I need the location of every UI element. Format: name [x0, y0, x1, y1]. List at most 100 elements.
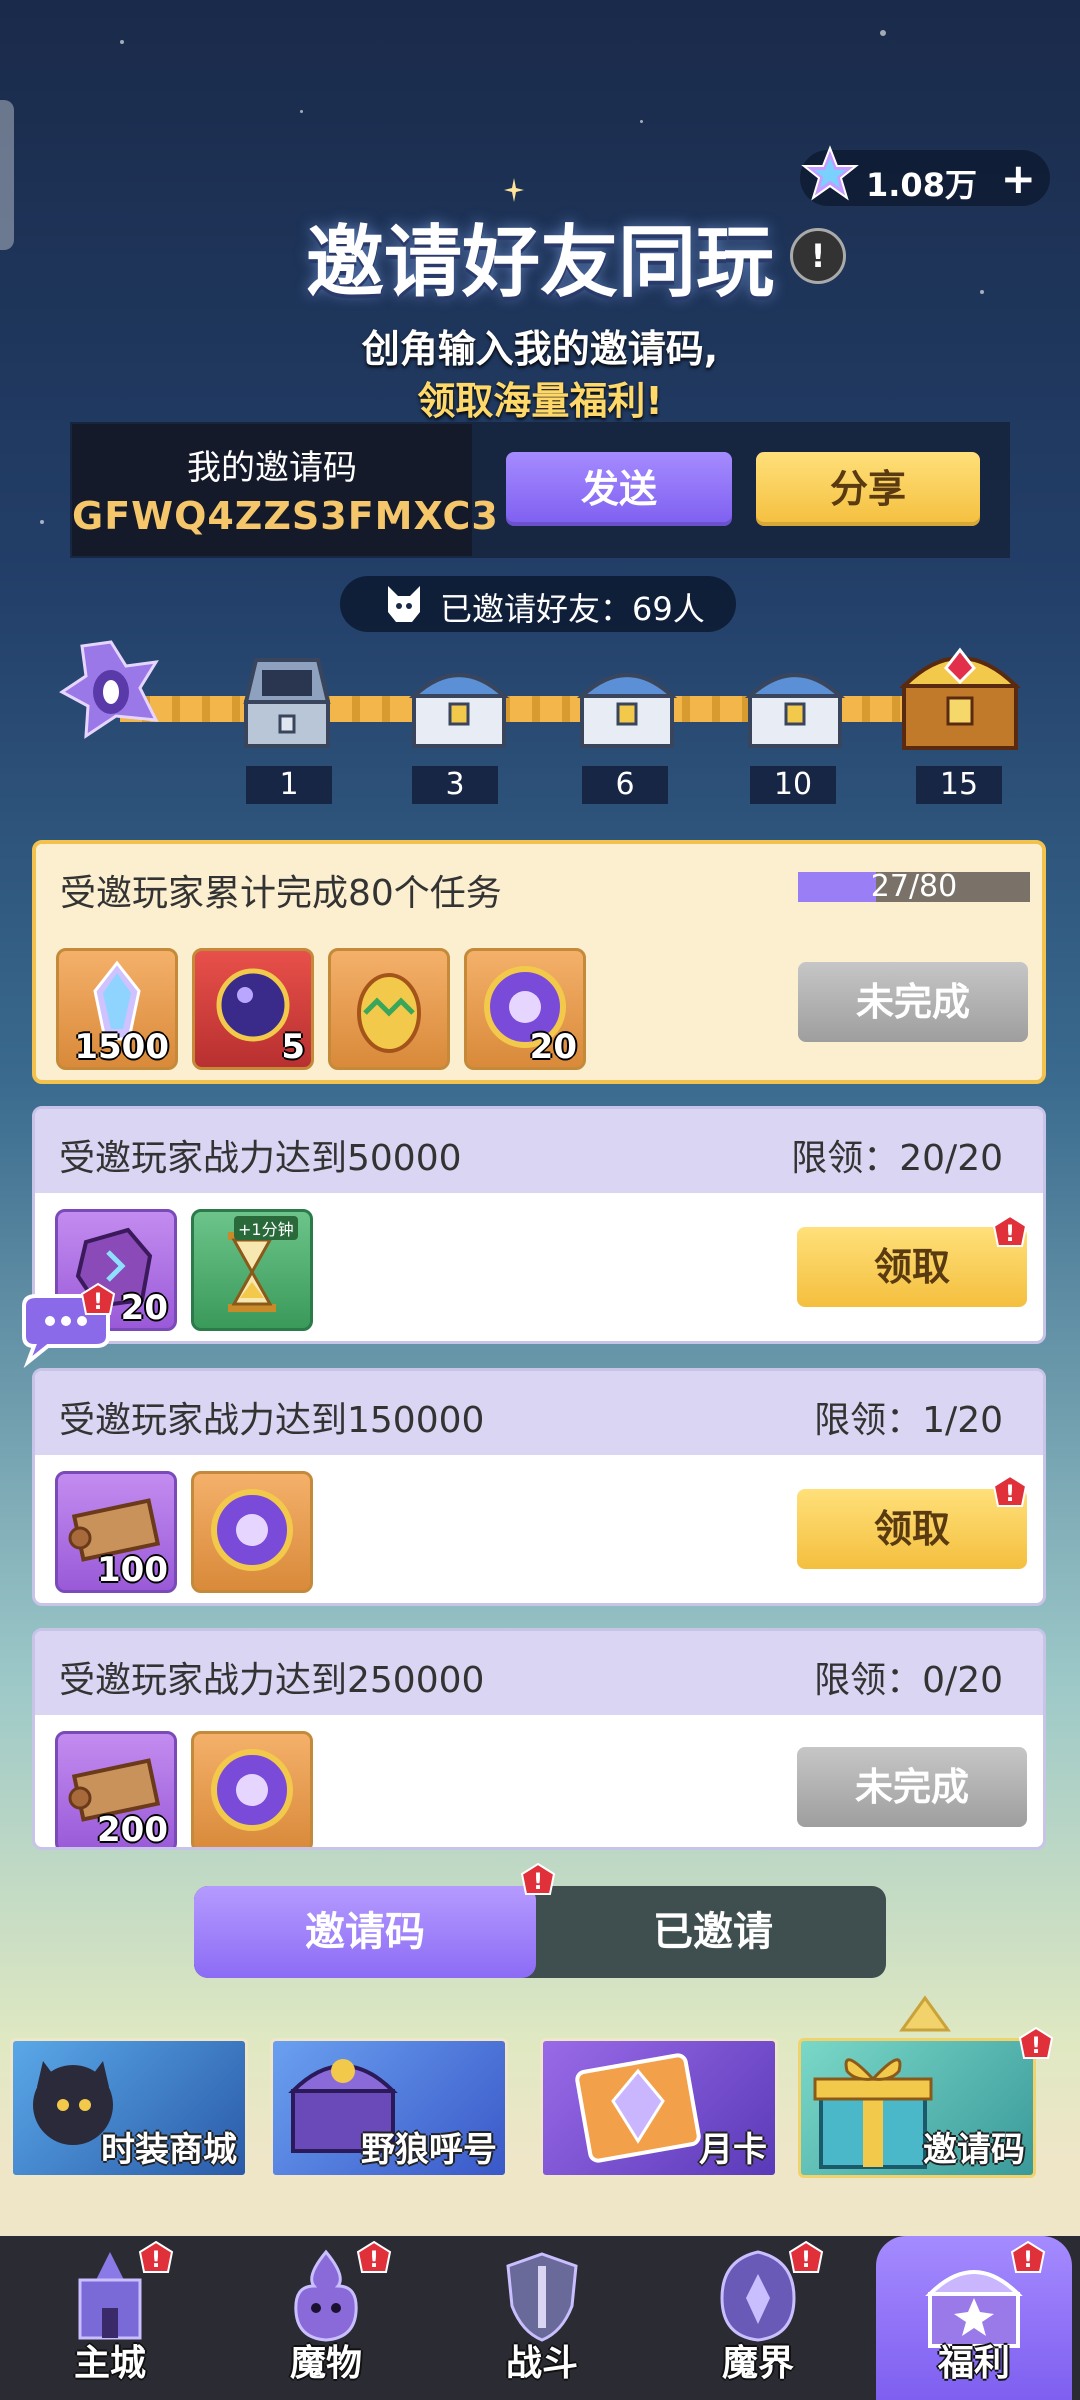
subtitle-line-1: 创角输入我的邀请码,	[361, 327, 719, 371]
shortcut-invite-code[interactable]: 邀请码	[798, 2038, 1036, 2178]
task-limit: 限领：0/20	[814, 1660, 1003, 1701]
task-limit: 限领：20/20	[791, 1138, 1003, 1179]
milestone-label: 10	[750, 766, 836, 804]
shortcut-monthly-card[interactable]: 月卡	[540, 2038, 778, 2178]
svg-text:!: !	[1005, 1482, 1015, 1507]
shield-sword-icon	[506, 2252, 578, 2342]
reward-item[interactable]	[191, 1731, 313, 1847]
reward-count: 200	[97, 1810, 168, 1850]
svg-text:!: !	[369, 2248, 379, 2273]
nav-item-battle[interactable]: 战斗	[452, 2236, 632, 2400]
purple-coin-icon	[211, 1749, 293, 1831]
open-chest-icon[interactable]	[232, 646, 342, 756]
info-icon[interactable]: !	[790, 228, 846, 284]
svg-text:!: !	[151, 2248, 161, 2273]
alert-badge-icon: !	[80, 1282, 116, 1315]
alert-badge-icon: !	[992, 1474, 1028, 1507]
svg-text:!: !	[533, 1870, 543, 1895]
share-button[interactable]: 分享	[756, 452, 980, 526]
reward-item[interactable]: 200	[55, 1731, 177, 1850]
milestone-label: 15	[916, 766, 1002, 804]
alert-badge-icon: !	[1018, 2026, 1054, 2059]
star-decoration	[300, 110, 303, 113]
reward-count: 1500	[74, 1027, 169, 1067]
svg-text:!: !	[1023, 2248, 1033, 2273]
reward-count: 20	[529, 1027, 577, 1067]
reward-item[interactable]: 1500	[56, 948, 178, 1070]
svg-text:!: !	[1031, 2034, 1041, 2059]
tab-invited[interactable]: 已邀请	[540, 1886, 886, 1978]
star-decoration	[880, 30, 886, 36]
shortcut-wolf-call[interactable]: 野狼呼号	[270, 2038, 508, 2178]
egg-icon	[357, 973, 421, 1053]
alert-badge-icon: !	[788, 2240, 824, 2273]
purple-coin-icon	[211, 1489, 293, 1571]
alert-badge-icon: !	[1010, 2240, 1046, 2273]
star-decoration	[640, 120, 643, 123]
reward-count: 20	[120, 1288, 168, 1328]
task-title: 受邀玩家战力达到150000	[59, 1400, 485, 1441]
page-title: 邀请好友同玩	[305, 218, 774, 308]
silver-chest-icon[interactable]	[404, 646, 514, 756]
reward-item[interactable]	[191, 1471, 313, 1593]
task-card: 受邀玩家累计完成80个任务 27/80 1500 5 20 未完成	[32, 840, 1046, 1084]
svg-text:!: !	[1005, 1222, 1015, 1247]
silver-chest-icon[interactable]	[740, 646, 850, 756]
alert-badge-icon: !	[992, 1214, 1028, 1247]
silver-chest-icon[interactable]	[572, 646, 682, 756]
currency-display: 1.08万 +	[800, 145, 1050, 206]
shortcut-label: 野狼呼号	[361, 2130, 497, 2170]
invite-code-value[interactable]: GFWQ4ZZS3FMXC3	[72, 494, 498, 538]
nav-label: 主城	[73, 2343, 146, 2384]
nav-label: 战斗	[505, 2343, 578, 2384]
sparkle-icon	[504, 178, 524, 202]
alert-badge-icon: !	[356, 2240, 392, 2273]
star-decoration	[120, 40, 124, 44]
task-progress-text: 27/80	[870, 869, 958, 904]
reward-item[interactable]: 5	[192, 948, 314, 1070]
reward-count: 100	[97, 1550, 168, 1590]
task-title: 受邀玩家战力达到250000	[59, 1660, 485, 1701]
task-title: 受邀玩家累计完成80个任务	[60, 873, 502, 914]
send-button[interactable]: 发送	[506, 452, 732, 526]
shortcut-fashion-shop[interactable]: 时装商城	[10, 2038, 248, 2178]
reward-item[interactable]	[328, 948, 450, 1070]
task-status-button[interactable]: 未完成	[797, 1747, 1027, 1827]
nav-label: 魔物	[289, 2343, 362, 2384]
shortcut-label: 月卡	[699, 2130, 767, 2170]
selected-arrow-icon	[899, 1995, 951, 2032]
shortcut-label: 邀请码	[923, 2130, 1025, 2170]
nav-label: 福利	[937, 2343, 1010, 2384]
reward-count: 5	[281, 1027, 305, 1067]
alert-badge-icon: !	[138, 2240, 174, 2273]
invited-count-text: 已邀请好友：69人	[440, 590, 705, 628]
star-gem-icon	[801, 145, 859, 201]
shortcut-label: 时装商城	[101, 2130, 237, 2170]
task-limit: 限领：1/20	[814, 1400, 1003, 1441]
invite-code-label: 我的邀请码	[187, 448, 357, 488]
task-card: 受邀玩家战力达到250000 限领：0/20 200 未完成	[32, 1628, 1046, 1850]
nav-label: 魔界	[721, 2343, 794, 2384]
svg-text:!: !	[93, 1290, 103, 1315]
svg-text:!: !	[801, 2248, 811, 2273]
cat-icon	[388, 586, 420, 622]
task-card: 受邀玩家战力达到50000 限领：20/20 20 +1分钟 领取	[32, 1106, 1046, 1344]
star-decoration	[40, 520, 44, 524]
gold-chest-icon[interactable]	[890, 620, 1030, 760]
task-status-button[interactable]: 未完成	[798, 962, 1028, 1042]
milestone-label: 1	[246, 766, 332, 804]
demon-eye-icon	[59, 640, 159, 739]
subtitle-line-2: 领取海量福利!	[417, 379, 663, 423]
reward-item[interactable]: 20	[464, 948, 586, 1070]
task-progress-bar: 27/80	[798, 872, 1030, 902]
task-card: 受邀玩家战力达到150000 限领：1/20 100 领取	[32, 1368, 1046, 1606]
reward-tag: +1分钟	[234, 1216, 298, 1240]
reward-item[interactable]: +1分钟	[191, 1209, 313, 1331]
tab-invite-code[interactable]: 邀请码	[194, 1886, 536, 1978]
reward-item[interactable]: 100	[55, 1471, 177, 1593]
add-currency-button[interactable]: +	[1001, 154, 1036, 203]
task-title: 受邀玩家战力达到50000	[59, 1138, 462, 1179]
milestone-label: 3	[412, 766, 498, 804]
alert-badge-icon: !	[520, 1862, 556, 1895]
milestone-label: 6	[582, 766, 668, 804]
